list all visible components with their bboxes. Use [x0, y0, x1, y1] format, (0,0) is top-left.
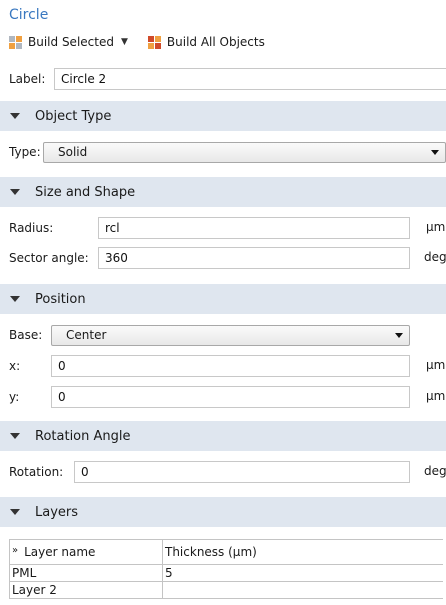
label-label: Label:: [9, 72, 46, 86]
y-input[interactable]: 0: [51, 386, 410, 408]
layers-table: » Layer name Thickness (µm) PML 5 Layer 2: [9, 539, 443, 599]
type-select[interactable]: Solid: [43, 142, 446, 163]
build-selected-button[interactable]: Build Selected ▼: [9, 33, 128, 51]
section-title: Size and Shape: [35, 184, 136, 200]
triangle-down-icon: [10, 189, 20, 195]
section-object-type[interactable]: Object Type: [0, 101, 446, 131]
build-selected-label: Build Selected: [28, 35, 114, 49]
base-row: Base:: [9, 324, 42, 346]
column-label: Thickness (µm): [165, 545, 257, 559]
section-size-and-shape[interactable]: Size and Shape: [0, 177, 446, 207]
table-cell[interactable]: [162, 581, 443, 599]
triangle-down-icon: [10, 433, 20, 439]
type-select-value: Solid: [58, 145, 88, 159]
sector-angle-unit: deg: [424, 250, 446, 264]
section-rotation-angle[interactable]: Rotation Angle: [0, 421, 446, 451]
build-selected-icon: [9, 35, 22, 49]
column-header-layer-name[interactable]: » Layer name: [9, 539, 163, 565]
base-label: Base:: [9, 328, 43, 342]
radius-input[interactable]: rcl: [98, 217, 410, 239]
rotation-row: Rotation:: [9, 461, 63, 483]
y-unit: µm: [426, 389, 446, 403]
table-cell[interactable]: PML: [9, 564, 163, 582]
chevron-down-icon[interactable]: ▼: [121, 37, 128, 47]
x-input[interactable]: 0: [51, 355, 410, 377]
triangle-down-icon: [10, 296, 20, 302]
radius-label: Radius:: [9, 221, 54, 235]
type-row: Type:: [9, 141, 41, 163]
radius-unit: µm: [426, 220, 446, 234]
toolbar: Build Selected ▼ Build All Objects: [9, 33, 265, 51]
x-label: x:: [9, 359, 21, 373]
rotation-label: Rotation:: [9, 465, 64, 479]
page-title: Circle: [9, 7, 49, 23]
type-label: Type:: [9, 145, 41, 159]
base-select-value: Center: [66, 328, 107, 342]
y-label: y:: [9, 390, 20, 404]
rotation-input[interactable]: 0: [74, 461, 410, 483]
base-select[interactable]: Center: [51, 325, 410, 346]
section-title: Rotation Angle: [35, 428, 131, 444]
radius-row: Radius:: [9, 217, 53, 239]
sector-angle-input[interactable]: 360: [98, 247, 410, 269]
sector-angle-label: Sector angle:: [9, 251, 89, 265]
section-title: Object Type: [35, 108, 112, 124]
rotation-unit: deg: [424, 464, 446, 478]
section-title: Position: [35, 291, 86, 307]
chevron-down-icon: [431, 150, 439, 155]
table-row[interactable]: PML 5: [9, 564, 443, 582]
build-all-label: Build All Objects: [166, 35, 265, 49]
label-row: Label:: [9, 68, 45, 90]
x-row: x:: [9, 355, 20, 377]
build-all-button[interactable]: Build All Objects: [147, 33, 265, 51]
chevron-down-icon: [395, 333, 403, 338]
table-header-row: » Layer name Thickness (µm): [9, 539, 443, 565]
expand-icon: »: [12, 545, 19, 556]
build-all-icon: [147, 35, 161, 49]
triangle-down-icon: [10, 113, 20, 119]
y-row: y:: [9, 386, 19, 408]
table-row[interactable]: Layer 2: [9, 581, 443, 599]
table-cell[interactable]: Layer 2: [9, 581, 163, 599]
table-cell[interactable]: 5: [162, 564, 443, 582]
section-position[interactable]: Position: [0, 284, 446, 314]
section-layers[interactable]: Layers: [0, 497, 446, 527]
column-header-thickness[interactable]: Thickness (µm): [162, 539, 443, 565]
column-label: Layer name: [24, 545, 96, 559]
triangle-down-icon: [10, 509, 20, 515]
sector-angle-row: Sector angle:: [9, 247, 89, 269]
section-title: Layers: [35, 504, 79, 520]
x-unit: µm: [426, 358, 446, 372]
label-input[interactable]: Circle 2: [54, 68, 446, 90]
